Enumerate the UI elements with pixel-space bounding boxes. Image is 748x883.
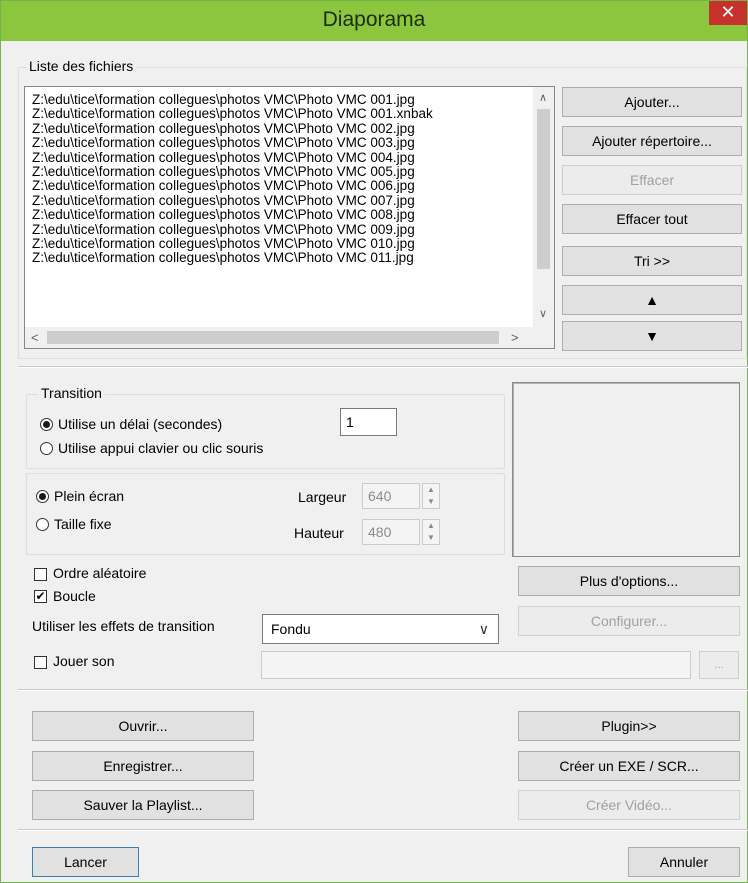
scroll-left-icon[interactable]: < [31,330,39,345]
transition-effect-select[interactable]: Fondu ∨ [262,614,499,644]
arrow-down-icon: ▼ [645,328,659,344]
file-list-item[interactable]: Z:\edu\tice\formation collegues\photos V… [32,194,532,208]
horizontal-scrollbar[interactable]: < > [25,327,554,348]
chevron-down-icon[interactable]: ∨ [479,615,489,643]
file-list-legend: Liste des fichiers [26,58,137,74]
delay-input[interactable]: 1 [340,408,397,436]
width-spinner[interactable]: ▲ ▼ [422,483,440,509]
sort-button[interactable]: Tri >> [562,246,742,276]
spin-down-icon[interactable]: ▼ [423,496,439,508]
spin-down-icon[interactable]: ▼ [423,532,439,544]
use-delay-radio[interactable] [40,418,53,431]
loop-label: Boucle [53,588,96,604]
fullscreen-label: Plein écran [54,488,125,504]
file-list-item[interactable]: Z:\edu\tice\formation collegues\photos V… [32,136,532,150]
vertical-scrollbar[interactable]: ∧ ∨ [533,87,554,328]
more-options-button[interactable]: Plus d'options... [518,566,740,596]
scroll-down-icon[interactable]: ∨ [539,307,547,320]
move-down-button[interactable]: ▼ [562,321,742,351]
arrow-up-icon: ▲ [645,292,659,308]
use-keyboard-radio[interactable] [40,442,53,455]
plugin-button[interactable]: Plugin>> [518,711,740,741]
diaporama-dialog: Diaporama ✕ Liste des fichiers Z:\edu\ti… [0,0,748,883]
use-delay-label: Utilise un délai (secondes) [58,416,223,432]
random-order-label: Ordre aléatoire [53,565,147,581]
launch-button[interactable]: Lancer [32,847,139,877]
add-folder-button[interactable]: Ajouter répertoire... [562,126,742,156]
width-input[interactable]: 640 [362,483,420,509]
spin-up-icon[interactable]: ▲ [423,484,439,496]
sound-file-input[interactable] [261,651,691,679]
horizontal-scroll-thumb[interactable] [47,331,499,344]
height-label: Hauteur [294,525,344,541]
file-list-item[interactable]: Z:\edu\tice\formation collegues\photos V… [32,122,532,136]
height-input[interactable]: 480 [362,519,420,545]
file-list-items: Z:\edu\tice\formation collegues\photos V… [32,93,532,266]
close-icon[interactable]: ✕ [709,1,747,25]
file-list-item[interactable]: Z:\edu\tice\formation collegues\photos V… [32,107,532,121]
create-video-button[interactable]: Créer Vidéo... [518,790,740,820]
transition-effects-label: Utiliser les effets de transition [32,618,215,634]
loop-checkbox[interactable]: ✔ [34,590,47,603]
file-list-item[interactable]: Z:\edu\tice\formation collegues\photos V… [32,251,532,265]
use-keyboard-label: Utilise appui clavier ou clic souris [58,440,264,456]
checkmark-icon: ✔ [35,589,46,603]
window-title: Diaporama [322,8,426,31]
file-list-item[interactable]: Z:\edu\tice\formation collegues\photos V… [32,237,532,251]
configure-button[interactable]: Configurer... [518,606,740,636]
move-up-button[interactable]: ▲ [562,285,742,315]
width-label: Largeur [298,489,347,505]
file-listbox[interactable]: Z:\edu\tice\formation collegues\photos V… [24,86,555,349]
fullscreen-radio[interactable] [36,490,49,503]
transition-legend: Transition [38,385,105,401]
play-sound-label: Jouer son [53,653,115,669]
file-list-item[interactable]: Z:\edu\tice\formation collegues\photos V… [32,165,532,179]
create-exe-button[interactable]: Créer un EXE / SCR... [518,751,740,781]
scroll-right-icon[interactable]: > [511,330,519,345]
transition-effect-value: Fondu [271,621,311,637]
file-list-item[interactable]: Z:\edu\tice\formation collegues\photos V… [32,93,532,107]
fixed-size-label: Taille fixe [54,516,112,532]
add-button[interactable]: Ajouter... [562,87,742,117]
height-spinner[interactable]: ▲ ▼ [422,519,440,545]
open-button[interactable]: Ouvrir... [32,711,254,741]
separator-top [18,366,748,368]
file-list-item[interactable]: Z:\edu\tice\formation collegues\photos V… [32,223,532,237]
cancel-button[interactable]: Annuler [628,847,740,877]
spin-up-icon[interactable]: ▲ [423,520,439,532]
play-sound-checkbox[interactable] [34,656,47,669]
browse-sound-button[interactable]: ... [699,651,739,679]
fixed-size-radio[interactable] [36,518,49,531]
save-playlist-button[interactable]: Sauver la Playlist... [32,790,254,820]
vertical-scroll-thumb[interactable] [537,109,550,269]
scroll-up-icon[interactable]: ∧ [539,91,547,104]
title-bar: Diaporama ✕ [1,1,747,41]
file-list-item[interactable]: Z:\edu\tice\formation collegues\photos V… [32,179,532,193]
delete-button[interactable]: Effacer [562,165,742,195]
delete-all-button[interactable]: Effacer tout [562,204,742,234]
save-button[interactable]: Enregistrer... [32,751,254,781]
separator-bottom [18,829,748,831]
separator-middle [18,689,748,691]
file-list-item[interactable]: Z:\edu\tice\formation collegues\photos V… [32,151,532,165]
random-order-checkbox[interactable] [34,568,47,581]
file-list-item[interactable]: Z:\edu\tice\formation collegues\photos V… [32,208,532,222]
preview-panel [512,382,740,557]
